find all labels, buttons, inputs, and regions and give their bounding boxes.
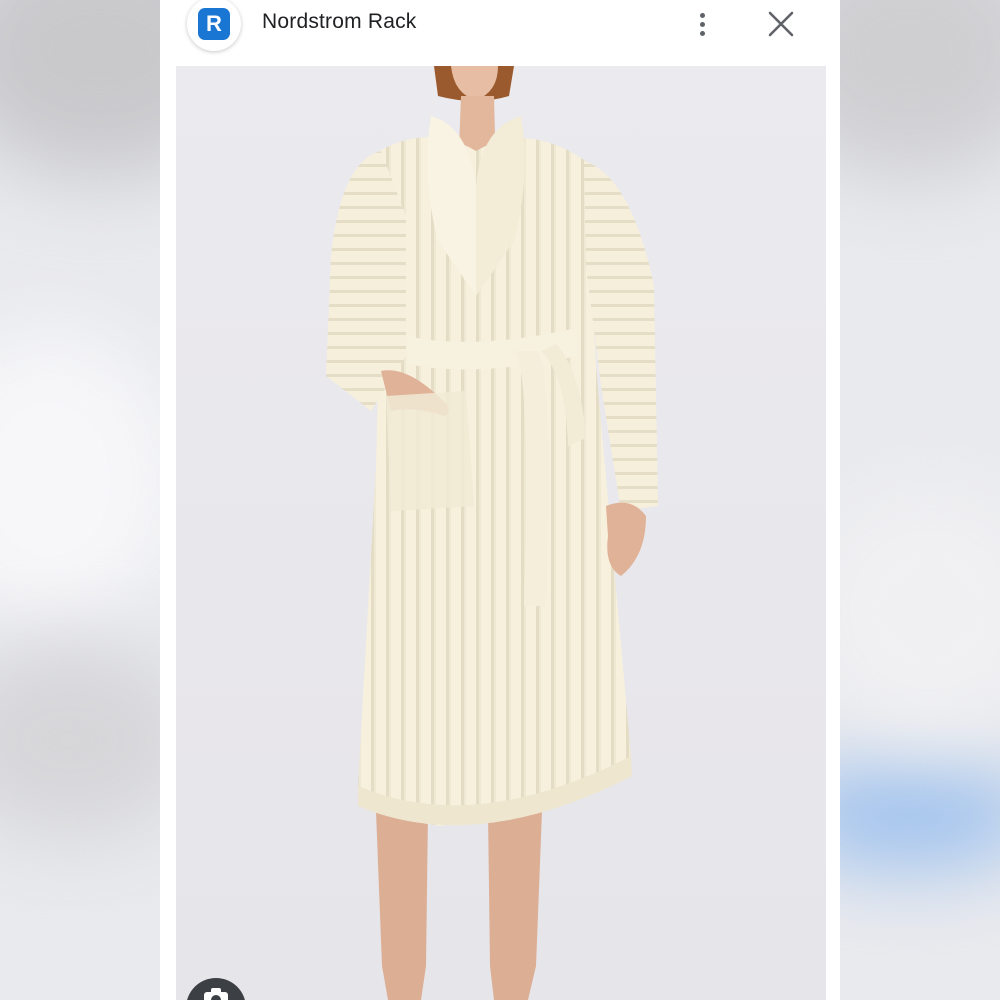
product-photo <box>176 66 826 1000</box>
nordstrom-rack-logo-icon[interactable]: R <box>187 0 241 51</box>
logo-letter: R <box>198 8 230 40</box>
top-bar: R Nordstrom Rack <box>160 0 840 66</box>
app-title: Nordstrom Rack <box>262 10 417 33</box>
close-icon[interactable] <box>765 8 797 40</box>
more-vert-icon[interactable] <box>686 6 718 42</box>
image-viewer-card: R Nordstrom Rack <box>160 0 840 1000</box>
